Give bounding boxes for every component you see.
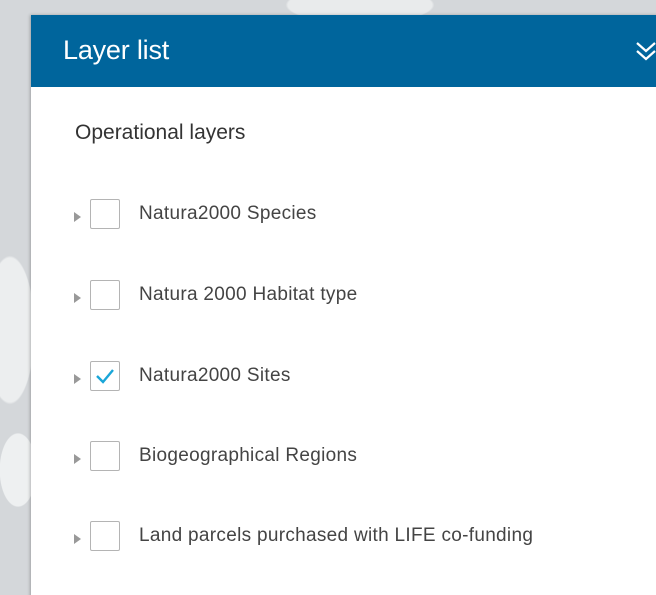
expand-arrow-icon[interactable] [73,210,83,222]
layer-list-panel: Layer list Operational layers Natura2000… [31,15,656,595]
layer-label: Land parcels purchased with LIFE co-fund… [139,525,534,546]
expand-arrow-icon[interactable] [73,452,83,464]
panel-header: Layer list [31,15,656,87]
expand-arrow-icon[interactable] [73,372,83,384]
layer-label: Natura2000 Sites [139,365,291,386]
layer-label: Natura 2000 Habitat type [139,284,358,305]
layer-row-land-parcels: Land parcels purchased with LIFE co-fund… [73,521,653,555]
layer-checkbox[interactable] [90,521,120,551]
layer-row-natura2000-habitat-type: Natura 2000 Habitat type [73,280,653,314]
layer-label: Natura2000 Species [139,203,317,224]
expand-arrow-icon[interactable] [73,532,83,544]
layer-label: Biogeographical Regions [139,445,358,466]
section-title: Operational layers [75,121,246,144]
layer-row-natura2000-sites: Natura2000 Sites [73,361,653,395]
layer-checkbox[interactable] [90,280,120,310]
expand-arrow-icon[interactable] [73,291,83,303]
layer-checkbox-checked[interactable] [90,361,120,391]
layer-checkbox[interactable] [90,199,120,229]
double-chevron-down-icon[interactable] [631,37,656,67]
layer-row-natura2000-species: Natura2000 Species [73,199,653,233]
panel-title: Layer list [63,35,170,65]
layer-row-biogeographical-regions: Biogeographical Regions [73,441,653,475]
checkmark-icon [96,369,114,384]
layer-checkbox[interactable] [90,441,120,471]
